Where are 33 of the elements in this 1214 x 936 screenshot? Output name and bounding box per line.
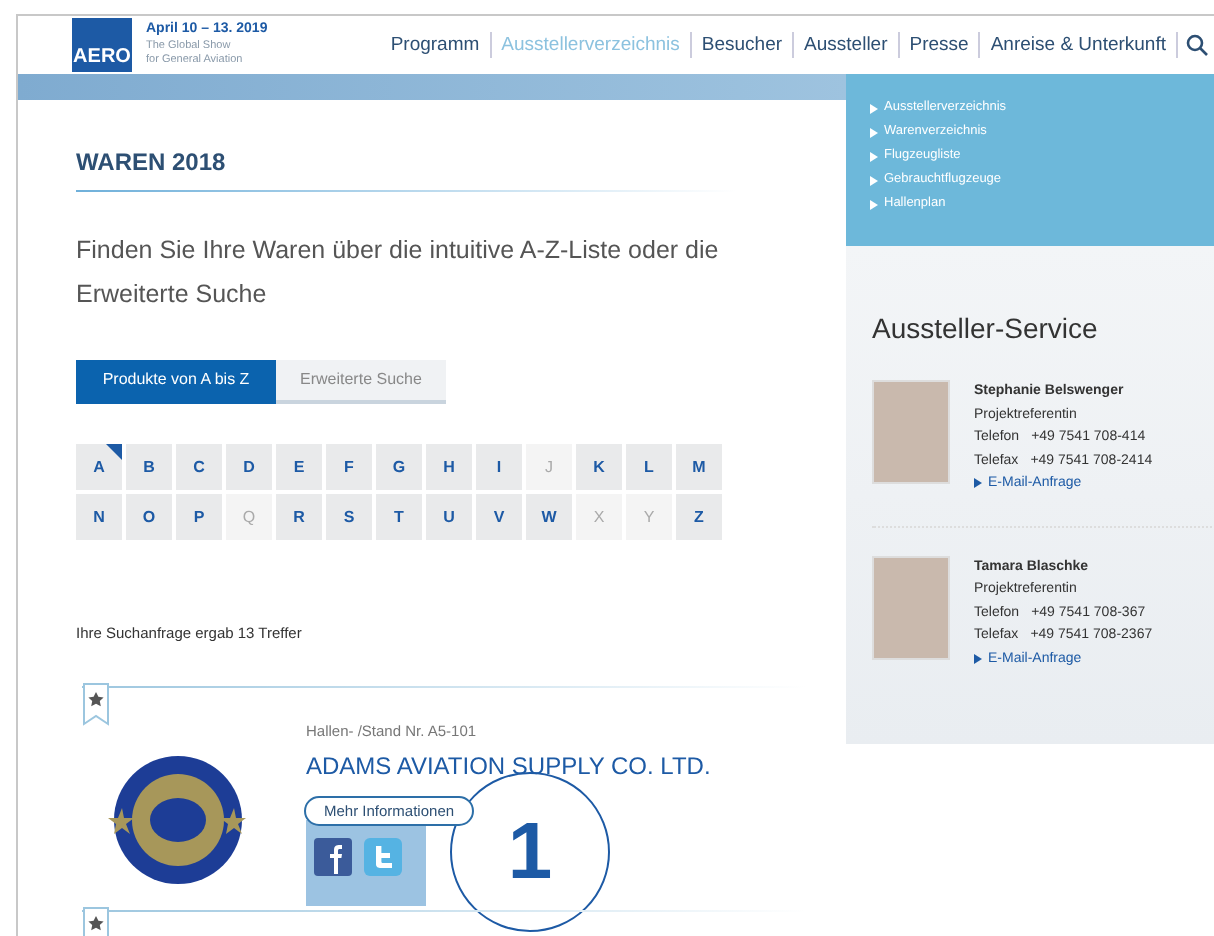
logo[interactable]: AERO (72, 18, 132, 72)
section-title: Aussteller-Service (872, 312, 1100, 344)
tab[interactable]: Erweiterte Suche (276, 360, 446, 404)
letter-link[interactable]: S (326, 494, 372, 540)
nav-link[interactable]: Programm (380, 32, 492, 58)
letter-link[interactable]: G (376, 444, 422, 490)
letter-link[interactable]: R (276, 494, 322, 540)
letter-link[interactable]: A (76, 444, 122, 490)
letter-link[interactable]: Z (676, 494, 722, 540)
letter-link[interactable]: L (626, 444, 672, 490)
letter-link[interactable]: D (226, 444, 272, 490)
letter-link[interactable]: N (76, 494, 122, 540)
page-title: WAREN 2018 (76, 148, 226, 176)
letter-link[interactable]: V (476, 494, 522, 540)
letter-link[interactable]: I (476, 444, 522, 490)
letter-link[interactable]: E (276, 444, 322, 490)
letter-link[interactable]: C (176, 444, 222, 490)
letter-link[interactable]: F (326, 444, 372, 490)
letter-link[interactable]: U (426, 494, 472, 540)
nav-link[interactable]: Besucher (691, 32, 795, 58)
nav-link[interactable]: Aussteller (794, 32, 900, 58)
tab[interactable]: Produkte von A bis Z (76, 360, 276, 404)
nav-link[interactable]: Anreise & Unterkunft (980, 32, 1178, 58)
letter-link[interactable]: B (126, 444, 172, 490)
letter-link[interactable]: O (126, 494, 172, 540)
intro-text: Finden Sie Ihre Waren über die intuitive A-Z-Liste oder die Erweiterte Suche (76, 234, 721, 312)
letter-link[interactable]: H (426, 444, 472, 490)
letter-link[interactable]: W (526, 494, 572, 540)
letter-link[interactable]: M (676, 444, 722, 490)
letter-link[interactable]: K (576, 444, 622, 490)
letter-link[interactable]: T (376, 494, 422, 540)
nav-link[interactable]: Presse (899, 32, 981, 58)
letter-link[interactable]: P (176, 494, 222, 540)
